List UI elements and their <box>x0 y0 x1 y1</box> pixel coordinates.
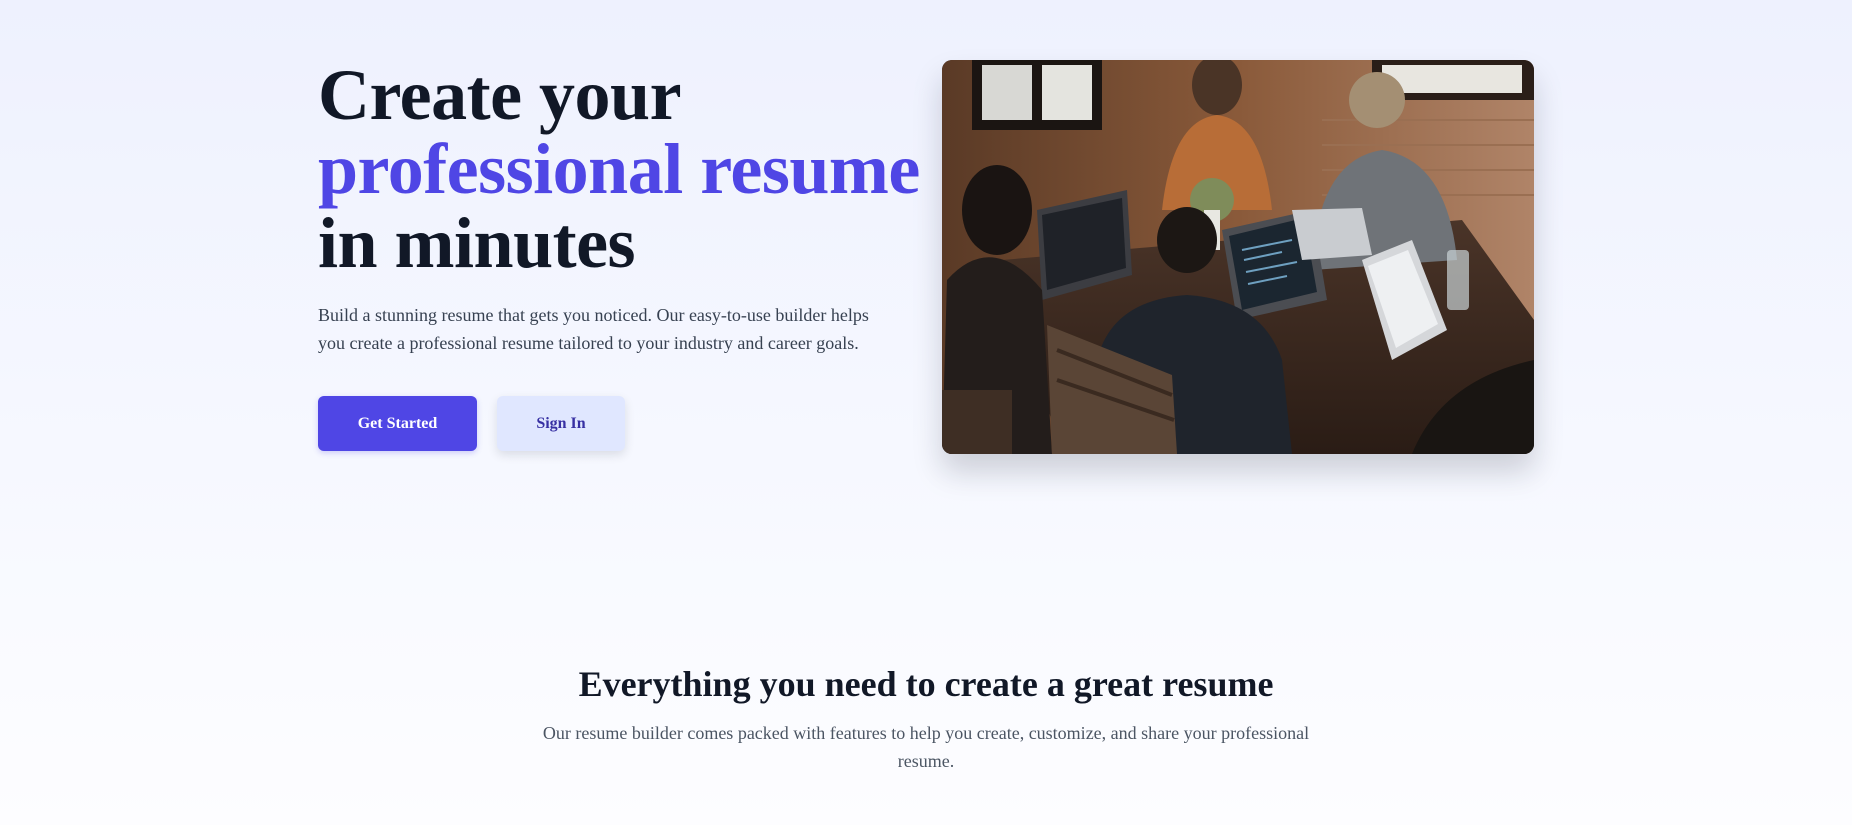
hero-title-highlight: professional resume <box>318 129 920 209</box>
get-started-button[interactable]: Get Started <box>318 396 477 451</box>
team-photo-illustration <box>942 60 1534 454</box>
features-description: Our resume builder comes packed with fea… <box>542 723 1310 771</box>
hero-title-line-3: in minutes <box>318 203 636 283</box>
hero-title-line-1: Create your <box>318 55 682 135</box>
hero-image <box>942 60 1534 454</box>
sign-in-button[interactable]: Sign In <box>497 396 625 451</box>
hero-description: Build a stunning resume that gets you no… <box>318 305 869 353</box>
hero-title: Create your professional resume in minut… <box>318 58 920 280</box>
hero-section: Create your professional resume in minut… <box>318 0 1534 480</box>
features-title: Everything you need to create a great re… <box>578 664 1274 704</box>
